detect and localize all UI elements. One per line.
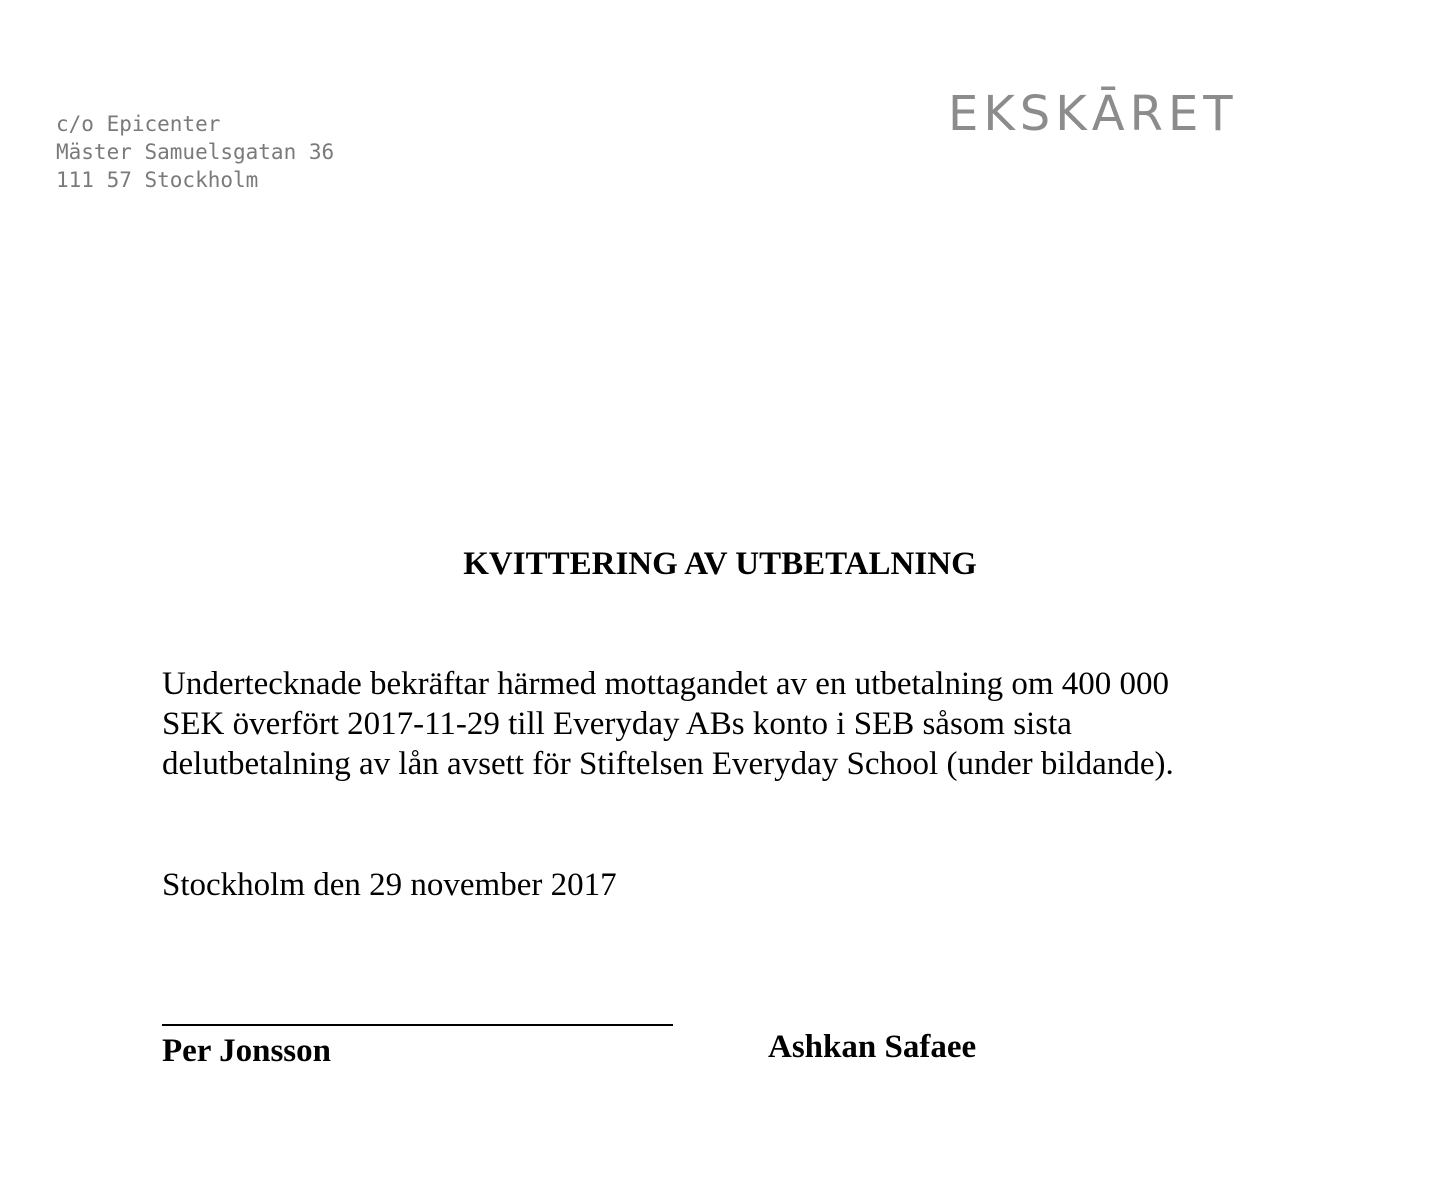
document-body: Undertecknade bekräftar härmed mottagand… [162,664,1282,784]
company-logo: EKSKĀRET [948,86,1238,142]
body-line-3: delutbetalning av lån avsett för Stiftel… [162,746,1174,782]
sender-address: c/o Epicenter Mäster Samuelsgatan 36 111… [56,110,334,194]
signer-name-1: Per Jonsson [162,1033,331,1069]
signer-name-2: Ashkan Safaee [768,1029,977,1065]
body-line-2: SEK överfört 2017-11-29 till Everyday AB… [162,706,1072,742]
address-line-postal: 111 57 Stockholm [56,168,259,192]
address-line-careof: c/o Epicenter [56,112,221,136]
body-line-1: Undertecknade bekräftar härmed mottagand… [162,666,1170,702]
place-and-date: Stockholm den 29 november 2017 [162,867,617,903]
document-title: KVITTERING AV UTBETALNING [463,546,977,582]
signature-line [162,1024,673,1026]
address-line-street: Mäster Samuelsgatan 36 [56,140,335,164]
